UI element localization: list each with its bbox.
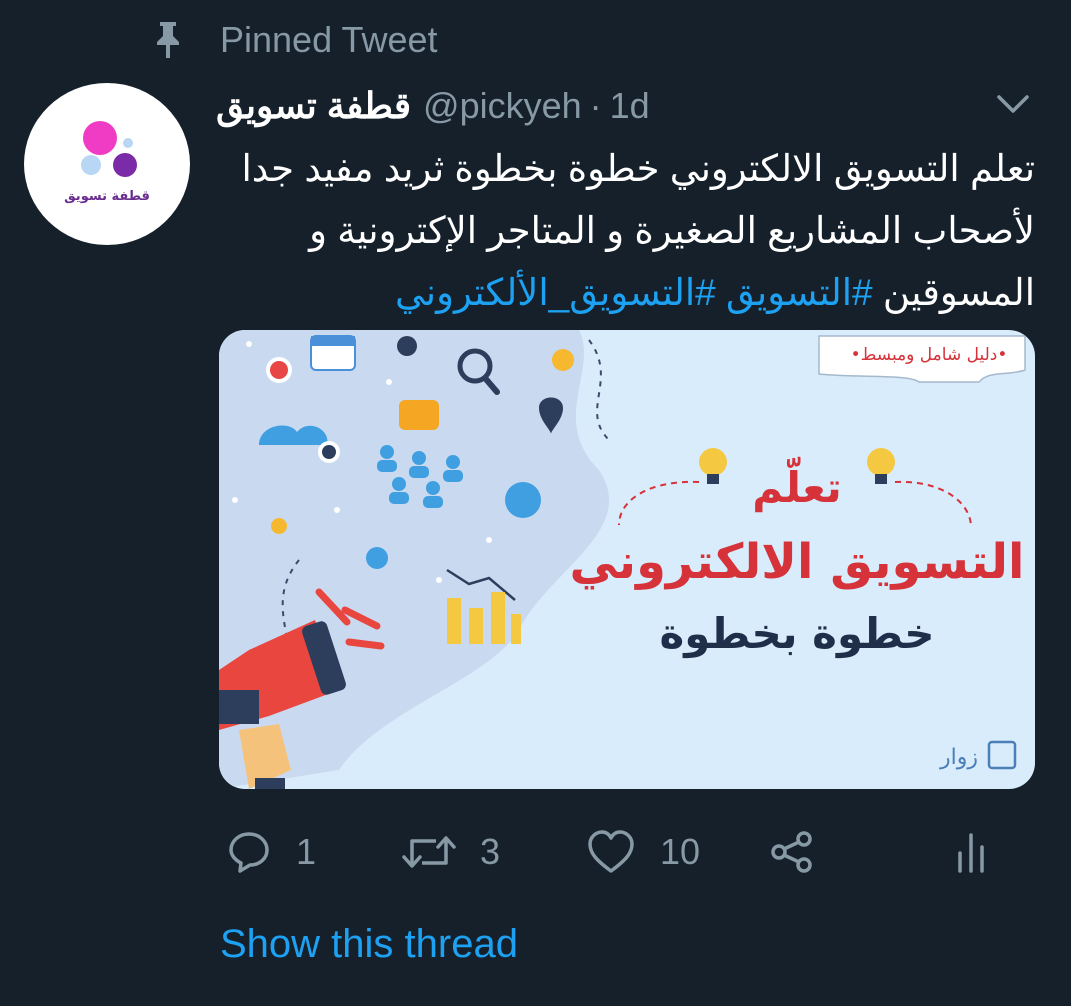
calendar-header [311,336,355,346]
retweet-count: 3 [480,831,501,872]
cart-icon [505,482,541,518]
pinned-indicator: Pinned Tweet [152,14,438,66]
analytics-button[interactable] [954,820,988,884]
brand-logo: زوار [939,740,1017,770]
header-separator: · [589,85,602,126]
tweet-image[interactable]: •دليل شامل ومبسط• تعلّم التسويق الالكترو… [219,330,1035,789]
avatar-dot-pink [83,121,117,155]
hashtag-link[interactable]: #التسويق_الألكتروني [395,272,716,313]
pin-icon [157,22,179,58]
show-thread-link[interactable]: Show this thread [220,922,518,967]
pinned-label: Pinned Tweet [220,19,438,60]
brand-text: زوار [939,745,978,770]
like-button[interactable]: 10 [586,820,700,884]
chart-bar [511,614,521,644]
tweet-time[interactable]: 1d [610,85,650,127]
avatar-text: قطفة تسويق [64,189,150,204]
chevron-down-icon[interactable] [993,84,1033,124]
avatar-dot-purple [113,153,137,177]
dashed-ribbon [894,480,972,526]
heart-outline-icon [588,830,634,873]
dashed-ribbon [618,480,700,526]
retweet-button[interactable]: 3 [400,820,500,884]
author-handle[interactable]: @pickyeh [423,85,582,127]
hashtag-icon [397,336,417,356]
guide-badge-text: •دليل شامل ومبسط• [851,345,1008,365]
hashtag-link[interactable]: #التسويق [726,272,873,313]
tweet-actions: 1 3 10 [220,820,1020,884]
lightbulb-icon [699,448,727,484]
chart-bar [447,598,461,644]
avatar-dot-lightblue-small [123,138,133,148]
tweet-card[interactable]: Pinned Tweet قطفة تسويق قطفة تسويق @pick… [0,0,1071,1006]
share-button[interactable] [768,820,816,884]
retweet-icon [402,836,456,868]
tweet-text: تعلم التسويق الالكتروني خطوة بخطوة ثريد … [220,138,1035,324]
heart-icon [270,361,288,379]
chart-bar [491,592,505,644]
image-title-learn: تعلّم [752,456,842,512]
lightbulb-icon [867,448,895,484]
reply-icon [229,832,269,873]
avatar[interactable]: قطفة تسويق [24,83,190,245]
analytics-icon [958,833,984,873]
chat-bubble-icon [399,400,439,430]
coin-icon [552,349,574,371]
wifi-icon [366,547,388,569]
share-icon [771,831,812,873]
dotted-curve [588,339,610,441]
avatar-dot-lightblue [81,155,101,175]
guide-badge: •دليل شامل ومبسط• [818,335,1026,383]
author-name[interactable]: قطفة تسويق [216,85,411,127]
coin-icon [271,518,287,534]
chart-bar [469,608,483,644]
image-title-step: خطوة بخطوة [659,609,934,659]
like-count: 10 [660,831,701,872]
reply-button[interactable]: 1 [226,820,316,884]
reply-count: 1 [296,831,317,872]
sound-line [345,638,385,650]
tweet-header: قطفة تسويق @pickyeh · 1d [216,80,1071,132]
image-title-marketing: التسويق الالكتروني [569,534,1024,590]
thumbs-up-icon [322,445,336,459]
